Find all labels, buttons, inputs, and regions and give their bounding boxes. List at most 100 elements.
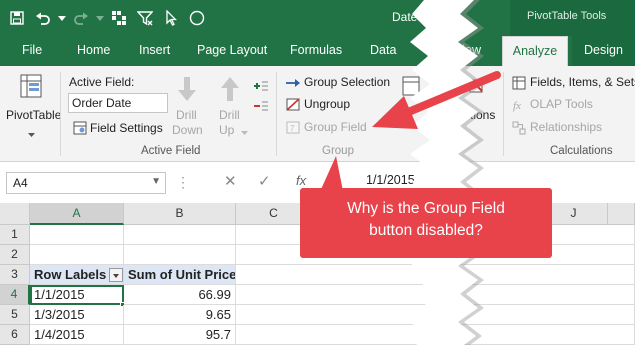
chevron-down-icon (241, 124, 248, 138)
group-field-button: Group Field (304, 120, 367, 134)
fields-items-sets-button[interactable]: Fields, Items, & Sets (530, 75, 635, 89)
tab-home[interactable]: Home (77, 43, 110, 57)
slicer-icon[interactable] (402, 76, 420, 99)
collapse-field-icon[interactable] (254, 100, 268, 114)
ungroup-button[interactable]: Ungroup (304, 97, 350, 111)
column-header-b[interactable]: B (124, 203, 236, 225)
pivot-row-labels-header[interactable]: Row Labels (30, 265, 124, 285)
select-pointer-icon[interactable] (158, 5, 184, 31)
formula-bar-grip-icon: ⋮ (176, 174, 190, 190)
tab-file[interactable]: File (22, 43, 42, 57)
row-header[interactable]: 4 (0, 285, 30, 305)
cell-b1[interactable] (124, 225, 236, 245)
document-title: Dates (392, 10, 424, 24)
tab-analyze[interactable]: Analyze (502, 36, 568, 66)
cell-c6[interactable] (236, 325, 635, 345)
ribbon-separator (503, 72, 504, 156)
ribbon-separator (60, 72, 61, 156)
ungroup-icon (286, 98, 300, 114)
field-settings-button[interactable]: Field Settings (90, 121, 163, 135)
expand-field-icon[interactable] (254, 80, 268, 94)
context-tools-label: PivotTable Tools (527, 10, 607, 22)
row-header[interactable]: 2 (0, 245, 30, 265)
callout-line-1: Why is the Group Field (347, 200, 505, 217)
select-all-corner[interactable] (0, 203, 30, 225)
cell-c5[interactable] (236, 305, 635, 325)
filter-dropdown-icon[interactable] (109, 267, 123, 282)
tab-data[interactable]: Data (370, 43, 396, 57)
drill-up-line1: Drill (219, 108, 240, 122)
svg-text:7: 7 (290, 124, 295, 133)
formula-input[interactable]: 1/1/2015 (366, 173, 415, 187)
active-field-group-label: Active Field (141, 145, 201, 157)
drill-up-line2: Up (219, 123, 235, 137)
formula-bar: A4 ▼ ⋮ ✕ ✓ fx 1/1/2015 (0, 163, 635, 203)
cell-c3[interactable] (236, 265, 635, 285)
drill-up-icon (220, 76, 240, 105)
group-field-icon: 7 (286, 121, 300, 137)
clear-icon[interactable] (468, 78, 484, 97)
row-header[interactable]: 5 (0, 305, 30, 325)
cell-b5[interactable]: 9.65 (124, 305, 236, 325)
pivot-icon[interactable] (106, 5, 132, 31)
tab-design-label: Design (584, 43, 623, 57)
drill-down-line1: Drill (176, 108, 197, 122)
undo-dropdown-icon[interactable] (56, 5, 68, 31)
ribbon-separator (276, 72, 277, 156)
insert-function-icon[interactable]: fx (296, 173, 306, 188)
drill-down-icon (177, 76, 197, 105)
cell-a4[interactable]: 1/1/2015 (30, 285, 124, 305)
cell-b2[interactable] (124, 245, 236, 265)
tab-page-layout[interactable]: Page Layout (197, 43, 267, 57)
pivottable-button[interactable]: PivotTable (6, 108, 61, 122)
cell-b4[interactable]: 66.99 (124, 285, 236, 305)
row-header[interactable]: 6 (0, 325, 30, 345)
row-labels-text: Row Labels (34, 267, 107, 282)
tab-formulas[interactable]: Formulas (290, 43, 342, 57)
cell-a2[interactable] (30, 245, 124, 265)
enter-icon[interactable]: ✓ (258, 172, 271, 190)
insert-actions-label: ctions (464, 108, 496, 122)
callout-text: Why is the Group Field button disabled? (305, 198, 547, 242)
drill-down-line2: Down (172, 123, 203, 137)
callout-line-2: button disabled? (369, 222, 483, 239)
group-group-label: Group (322, 145, 354, 157)
field-settings-icon[interactable] (73, 121, 87, 138)
cell-c2[interactable] (236, 245, 635, 265)
relationships-button: Relationships (530, 120, 603, 134)
cancel-icon[interactable]: ✕ (224, 172, 237, 190)
chevron-down-icon[interactable]: ▼ (151, 176, 161, 187)
tab-review[interactable]: Review (440, 43, 481, 57)
tab-design[interactable]: Design (572, 36, 635, 66)
column-header-j[interactable]: J (540, 203, 608, 225)
filter-icon[interactable] (132, 5, 158, 31)
pivot-value-header[interactable]: Sum of Unit Price (124, 265, 236, 285)
column-header-a[interactable]: A (30, 203, 124, 225)
group-selection-button[interactable]: Group Selection (304, 75, 390, 89)
column-header-k[interactable] (608, 203, 635, 225)
chevron-down-icon[interactable] (28, 126, 35, 140)
tab-insert[interactable]: Insert (139, 43, 170, 57)
ribbon: PivotTable Active Field: Order Date Fiel… (0, 66, 635, 162)
cell-a6[interactable]: 1/4/2015 (30, 325, 124, 345)
name-box-value: A4 (13, 176, 28, 190)
cell-a5[interactable]: 1/3/2015 (30, 305, 124, 325)
cell-a1[interactable] (30, 225, 124, 245)
cell-b6[interactable]: 95.7 (124, 325, 236, 345)
redo-icon (68, 5, 94, 31)
title-bar: Dates PivotTable Tools (0, 0, 635, 36)
row-header[interactable]: 3 (0, 265, 30, 285)
column-header-c[interactable]: C (236, 203, 312, 225)
active-field-input[interactable]: Order Date (68, 93, 168, 113)
tab-analyze-label: Analyze (512, 44, 558, 58)
circle-shape-icon[interactable] (184, 5, 210, 31)
row-header[interactable]: 1 (0, 225, 30, 245)
active-field-title: Active Field: (69, 75, 135, 89)
fields-items-icon (512, 76, 526, 93)
save-icon[interactable] (4, 5, 30, 31)
undo-icon[interactable] (30, 5, 56, 31)
name-box[interactable]: A4 ▼ (6, 172, 166, 194)
cell-c4[interactable] (236, 285, 635, 305)
pivottable-icon[interactable] (20, 74, 42, 101)
olap-tools-icon: fx (512, 98, 526, 115)
